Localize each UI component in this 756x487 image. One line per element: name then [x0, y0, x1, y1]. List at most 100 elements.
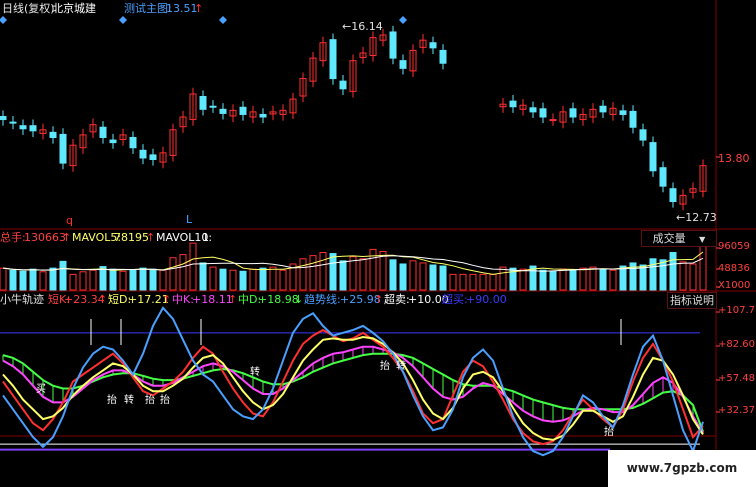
volume-bar: [19, 270, 27, 291]
test-label: 测试主图:: [124, 2, 172, 15]
volume-bar: [549, 270, 557, 291]
volume-bar: [139, 267, 147, 291]
candle-body: [129, 136, 137, 149]
ind-trend-label: 趋势线:: [304, 293, 341, 306]
volume-bar: [429, 264, 437, 291]
volume-bar: [599, 268, 607, 291]
ind-annotation: 抬: [145, 395, 155, 406]
volume-bar: [399, 263, 407, 291]
candle-body: [199, 96, 207, 110]
volume-bar: [159, 269, 167, 291]
price-low-label: ←12.73: [676, 211, 717, 224]
vol-y-label-mid: 48836: [718, 263, 750, 274]
candle-body: [109, 139, 117, 144]
volume-bar: [459, 273, 467, 291]
ind-y-label-2: +82.60: [718, 339, 756, 350]
ind-annotation: 抬: [160, 395, 170, 406]
candle-body: [529, 107, 537, 113]
volume-bar: [379, 250, 387, 291]
trend-line: [2, 306, 704, 457]
volume-bar: [149, 268, 157, 291]
ind-midd-arrow: ↓: [294, 293, 304, 306]
candle-body: [619, 110, 627, 115]
test-value: 13.51: [166, 2, 198, 15]
volume-bar: [259, 267, 267, 291]
volume-indicator-dropdown[interactable]: 成交量 ▼: [641, 230, 717, 247]
volume-bar: [249, 268, 257, 291]
candle-body: [639, 129, 647, 141]
volume-bar: [0, 267, 7, 291]
candle-body: [649, 142, 657, 172]
volume-bar: [419, 262, 427, 291]
volume-bar: [49, 267, 57, 291]
midk-line: [2, 345, 704, 434]
candle-body: [549, 119, 557, 122]
ind-oversold-label: 超卖:: [384, 293, 410, 306]
volume-bar: [609, 269, 617, 291]
volume-bar: [319, 252, 327, 291]
mavol5-line: [2, 251, 704, 275]
ind-midk-arrow: ↑: [228, 293, 238, 306]
volume-bar: [229, 269, 237, 291]
volume-bar: [79, 271, 87, 291]
mavol10-line: [2, 255, 704, 272]
candle-body: [0, 115, 7, 121]
candle-body: [599, 105, 607, 113]
volume-bar: [219, 268, 227, 291]
volume-bar: [119, 270, 127, 291]
volume-bar: [689, 263, 697, 291]
marker-q: q: [66, 214, 73, 227]
volume-bar: [619, 265, 627, 291]
ind-annotation: 转: [250, 367, 260, 378]
volume-bar: [9, 269, 17, 291]
candle-body: [399, 60, 407, 69]
candle-body: [389, 31, 397, 59]
volume-bar: [359, 258, 367, 291]
indicator-help-button[interactable]: 指标说明: [667, 292, 717, 309]
volume-bar: [209, 266, 217, 291]
ind-y-label-4: +32.37: [718, 405, 756, 416]
volume-bar: [449, 273, 457, 291]
volume-bar: [109, 268, 117, 291]
candle-body: [659, 167, 667, 187]
ind-name: 小牛轨迹: [0, 293, 44, 306]
volume-bar: [499, 266, 507, 291]
price-high-label: ←16.14: [342, 20, 383, 33]
volume-bar: [489, 273, 497, 291]
vol-mavol5-arrow: ↑: [146, 231, 156, 244]
ind-y-label-1: +107.7: [718, 305, 756, 316]
volume-bar: [409, 260, 417, 291]
candle-body: [259, 113, 267, 118]
volume-bar: [539, 269, 547, 291]
candle-body: [569, 108, 577, 118]
ind-midk-label: 中K:: [172, 293, 194, 306]
volume-bar: [69, 273, 77, 291]
vol-total-arrow: ↑: [62, 231, 72, 244]
volume-bar: [669, 252, 677, 291]
candle-body: [629, 110, 637, 128]
volume-bar: [679, 261, 687, 291]
candle-body: [149, 154, 157, 161]
candle-body: [339, 80, 347, 90]
ind-midd-value: +18.98: [258, 293, 299, 306]
volume-bar: [99, 266, 107, 291]
vol-mavol5-value: 78195: [114, 231, 149, 244]
ind-annotation: 抬: [604, 427, 614, 438]
volume-bar: [649, 258, 657, 291]
candle-body: [429, 42, 437, 49]
candle-body: [669, 188, 677, 203]
volume-bar: [279, 269, 287, 291]
candle-body: [19, 125, 27, 130]
midd-line: [2, 352, 704, 432]
ind-annotation: 买: [36, 384, 46, 395]
volume-bar: [559, 268, 567, 291]
volume-bar: [39, 271, 47, 291]
volume-bar: [189, 242, 197, 291]
price-y-label: 13.80: [718, 152, 750, 165]
candle-body: [29, 125, 37, 132]
candle-body: [59, 133, 67, 164]
candle-body: [99, 126, 107, 138]
candle-body: [539, 108, 547, 118]
dropdown-label: 成交量: [652, 232, 686, 245]
volume-bar: [659, 259, 667, 291]
